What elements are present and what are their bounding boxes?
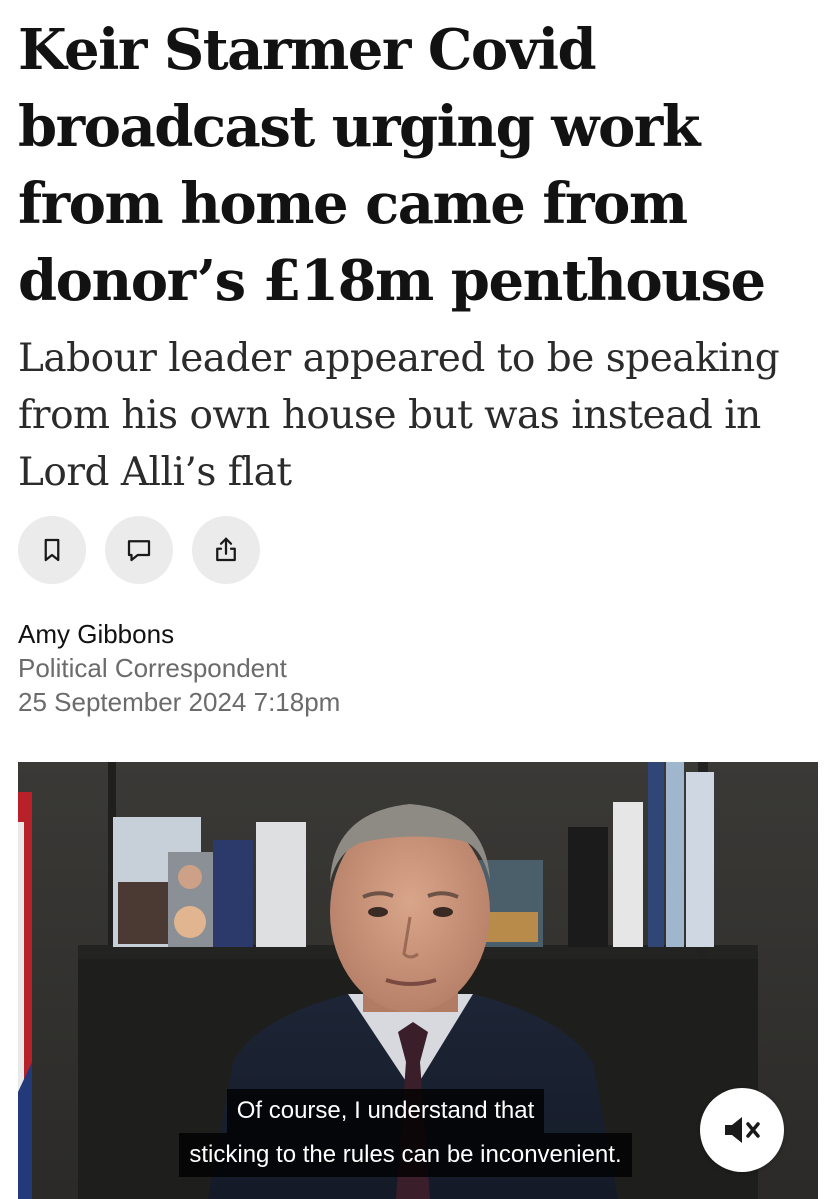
article-actions	[18, 516, 260, 584]
share-button[interactable]	[192, 516, 260, 584]
publish-date: 25 September 2024 7:18pm	[18, 687, 341, 717]
comment-icon	[127, 540, 151, 562]
comments-button[interactable]	[105, 516, 173, 584]
video-player[interactable]: Of course, I understand that sticking to…	[18, 762, 818, 1199]
bookmark-button[interactable]	[18, 516, 86, 584]
share-icon	[216, 537, 236, 562]
author-name[interactable]: Amy Gibbons	[18, 617, 340, 651]
author-role: Political Correspondent	[18, 653, 287, 683]
bookmark-icon	[44, 538, 60, 562]
article-standfirst: Labour leader appeared to be speaking fr…	[18, 336, 780, 495]
subtitles: Of course, I understand that sticking to…	[18, 1089, 818, 1177]
subtitle-line: Of course, I understand that	[226, 1089, 545, 1133]
byline: Amy Gibbons Political Correspondent 25 S…	[18, 617, 340, 719]
subtitle-line: sticking to the rules can be inconvenien…	[179, 1133, 632, 1177]
article-headline: Keir Starmer Covid broadcast urging work…	[18, 17, 766, 314]
unmute-button[interactable]	[700, 1088, 784, 1172]
speaker-muted-icon	[725, 1117, 760, 1143]
